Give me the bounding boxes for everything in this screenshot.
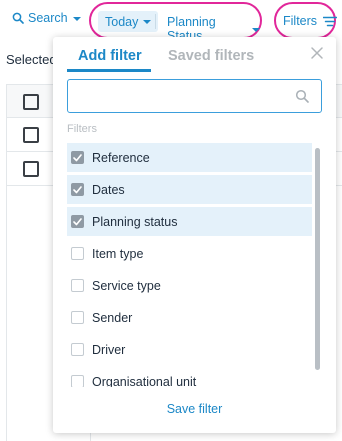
- search-icon: [12, 12, 24, 24]
- today-filter-label: Today: [105, 14, 139, 29]
- checkmark-icon: [73, 185, 82, 193]
- divider: [155, 14, 156, 29]
- filter-option[interactable]: Item type: [67, 239, 312, 268]
- caret-down-icon: [252, 27, 260, 32]
- checkbox[interactable]: [71, 279, 84, 292]
- filter-option-label: Planning status: [92, 214, 178, 229]
- filter-option-label: Organisational unit: [92, 374, 197, 388]
- selected-label: Selected: [6, 52, 57, 67]
- filter-option-label: Sender: [92, 310, 133, 325]
- close-icon[interactable]: [309, 45, 325, 61]
- filter-option-label: Dates: [92, 182, 125, 197]
- filters-button[interactable]: Filters: [283, 14, 338, 28]
- checkmark-icon: [73, 217, 82, 225]
- filter-option-label: Reference: [92, 150, 150, 165]
- filter-search-input[interactable]: [76, 86, 286, 106]
- active-filters-highlight: Today Planning Status: [89, 2, 262, 43]
- checkbox[interactable]: [71, 311, 84, 324]
- filters-button-highlight: Filters: [274, 2, 338, 39]
- checkbox[interactable]: [71, 343, 84, 356]
- row-checkbox[interactable]: [23, 161, 39, 177]
- filter-panel-tabs: Add filter Saved filters: [53, 37, 336, 73]
- filter-option[interactable]: Driver: [67, 335, 312, 364]
- filter-option[interactable]: Sender: [67, 303, 312, 332]
- filter-option[interactable]: Service type: [67, 271, 312, 300]
- scrollbar[interactable]: [315, 148, 320, 370]
- filter-panel: Add filter Saved filters Filters Referen…: [53, 37, 336, 433]
- search-dropdown-label: Search: [28, 11, 68, 25]
- active-tab-indicator: [67, 69, 151, 72]
- caret-down-icon: [72, 16, 81, 21]
- scrollbar-thumb[interactable]: [315, 148, 320, 370]
- tab-add-filter[interactable]: Add filter: [78, 48, 142, 64]
- filter-lines-icon: [323, 16, 338, 26]
- filter-option[interactable]: Dates: [67, 175, 312, 204]
- filters-section-label: Filters: [67, 123, 97, 135]
- filter-option[interactable]: Planning status: [67, 207, 312, 236]
- filter-option[interactable]: Organisational unit: [67, 367, 312, 387]
- filters-button-label: Filters: [283, 14, 318, 28]
- today-filter-chip[interactable]: Today: [98, 11, 159, 32]
- filter-option-label: Service type: [92, 278, 161, 293]
- checkmark-icon: [73, 153, 82, 161]
- tab-saved-filters[interactable]: Saved filters: [168, 48, 254, 64]
- filter-options-list: Reference Dates Planning status Item type Se…: [67, 143, 312, 387]
- checkbox-checked[interactable]: [71, 215, 84, 228]
- select-all-checkbox[interactable]: [23, 94, 39, 110]
- filter-option-label: Item type: [92, 246, 144, 261]
- search-dropdown[interactable]: Search: [12, 11, 81, 25]
- checkbox[interactable]: [71, 375, 84, 387]
- row-checkbox[interactable]: [23, 127, 39, 143]
- checkbox-checked[interactable]: [71, 183, 84, 196]
- filter-search-field: [67, 79, 322, 113]
- filter-option[interactable]: Reference: [67, 143, 312, 172]
- checkbox[interactable]: [71, 247, 84, 260]
- search-icon: [295, 89, 309, 103]
- save-filter-link[interactable]: Save filter: [53, 402, 336, 416]
- filter-option-label: Driver: [92, 342, 126, 357]
- caret-down-icon: [143, 20, 152, 24]
- checkbox-checked[interactable]: [71, 151, 84, 164]
